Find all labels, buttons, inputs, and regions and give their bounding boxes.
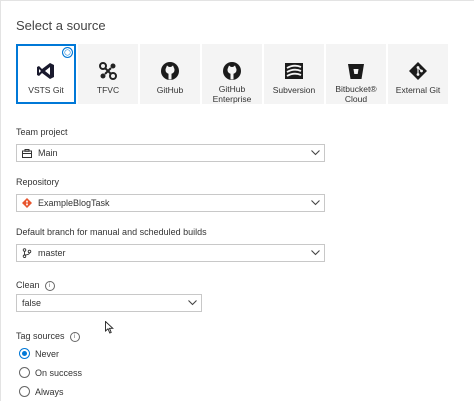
info-icon[interactable]: i [69,331,80,342]
default-branch-select[interactable]: master [16,244,325,262]
page-title: Select a source [16,18,106,33]
team-project-label: Team project [16,127,68,137]
source-tile-subversion[interactable]: Subversion [264,44,324,104]
tfvc-icon [97,60,119,82]
radio-on-success[interactable]: On success [19,367,82,378]
tag-sources-label: Tag sources i [16,331,80,342]
github-icon [159,60,181,82]
source-settings-panel: Select a source VSTS Git TFVC GitHub Git… [0,0,474,401]
default-branch-label: Default branch for manual and scheduled … [16,227,207,237]
info-icon[interactable]: i [44,280,55,291]
chevron-down-icon [310,148,320,158]
source-tile-external-git[interactable]: External Git [388,44,448,104]
clean-value: false [22,298,42,308]
radio-always[interactable]: Always [19,386,64,397]
radio-button[interactable] [19,367,30,378]
github-enterprise-icon [221,60,243,81]
source-label: Bitbucket® Cloud [335,84,377,104]
source-tile-tfvc[interactable]: TFVC [78,44,138,104]
source-label: External Git [395,85,441,95]
subversion-icon [283,60,305,82]
source-label: VSTS Git [28,85,64,95]
default-branch-value: master [38,248,66,258]
clean-select[interactable]: false [16,294,202,312]
team-project-select[interactable]: Main [16,144,325,162]
radio-label: On success [35,367,83,378]
source-label: TFVC [96,85,120,95]
git-repo-icon [21,197,33,209]
radio-button[interactable] [19,386,30,397]
vsts-icon [35,60,57,82]
source-label: GitHub [156,85,184,95]
source-label: Subversion [272,85,316,95]
repository-select[interactable]: ExampleBlogTask [16,194,325,212]
chevron-down-icon [310,248,320,258]
source-tiles: VSTS Git TFVC GitHub GitHub Enterprise S… [16,44,450,104]
radio-button-checked[interactable] [19,348,30,359]
clean-label: Clean i [16,280,55,291]
chevron-down-icon [310,198,320,208]
project-icon [21,147,33,159]
branch-icon [21,247,33,259]
radio-label: Always [35,386,64,397]
tag-sources-label-text: Tag sources [16,331,65,341]
clean-label-text: Clean [16,280,40,290]
source-tile-github[interactable]: GitHub [140,44,200,104]
mouse-cursor-icon [105,320,114,339]
source-label: GitHub Enterprise [212,84,252,104]
chevron-down-icon [187,298,197,308]
source-tile-bitbucket[interactable]: Bitbucket® Cloud [326,44,386,104]
radio-never[interactable]: Never [19,348,59,359]
team-project-value: Main [38,148,58,158]
selected-check-icon [62,47,73,58]
git-icon [407,60,429,82]
repository-value: ExampleBlogTask [38,198,110,208]
source-tile-vsts-git[interactable]: VSTS Git [16,44,76,104]
source-tile-github-enterprise[interactable]: GitHub Enterprise [202,44,262,104]
radio-label: Never [35,348,60,359]
bitbucket-icon [345,60,367,81]
repository-label: Repository [16,177,60,187]
